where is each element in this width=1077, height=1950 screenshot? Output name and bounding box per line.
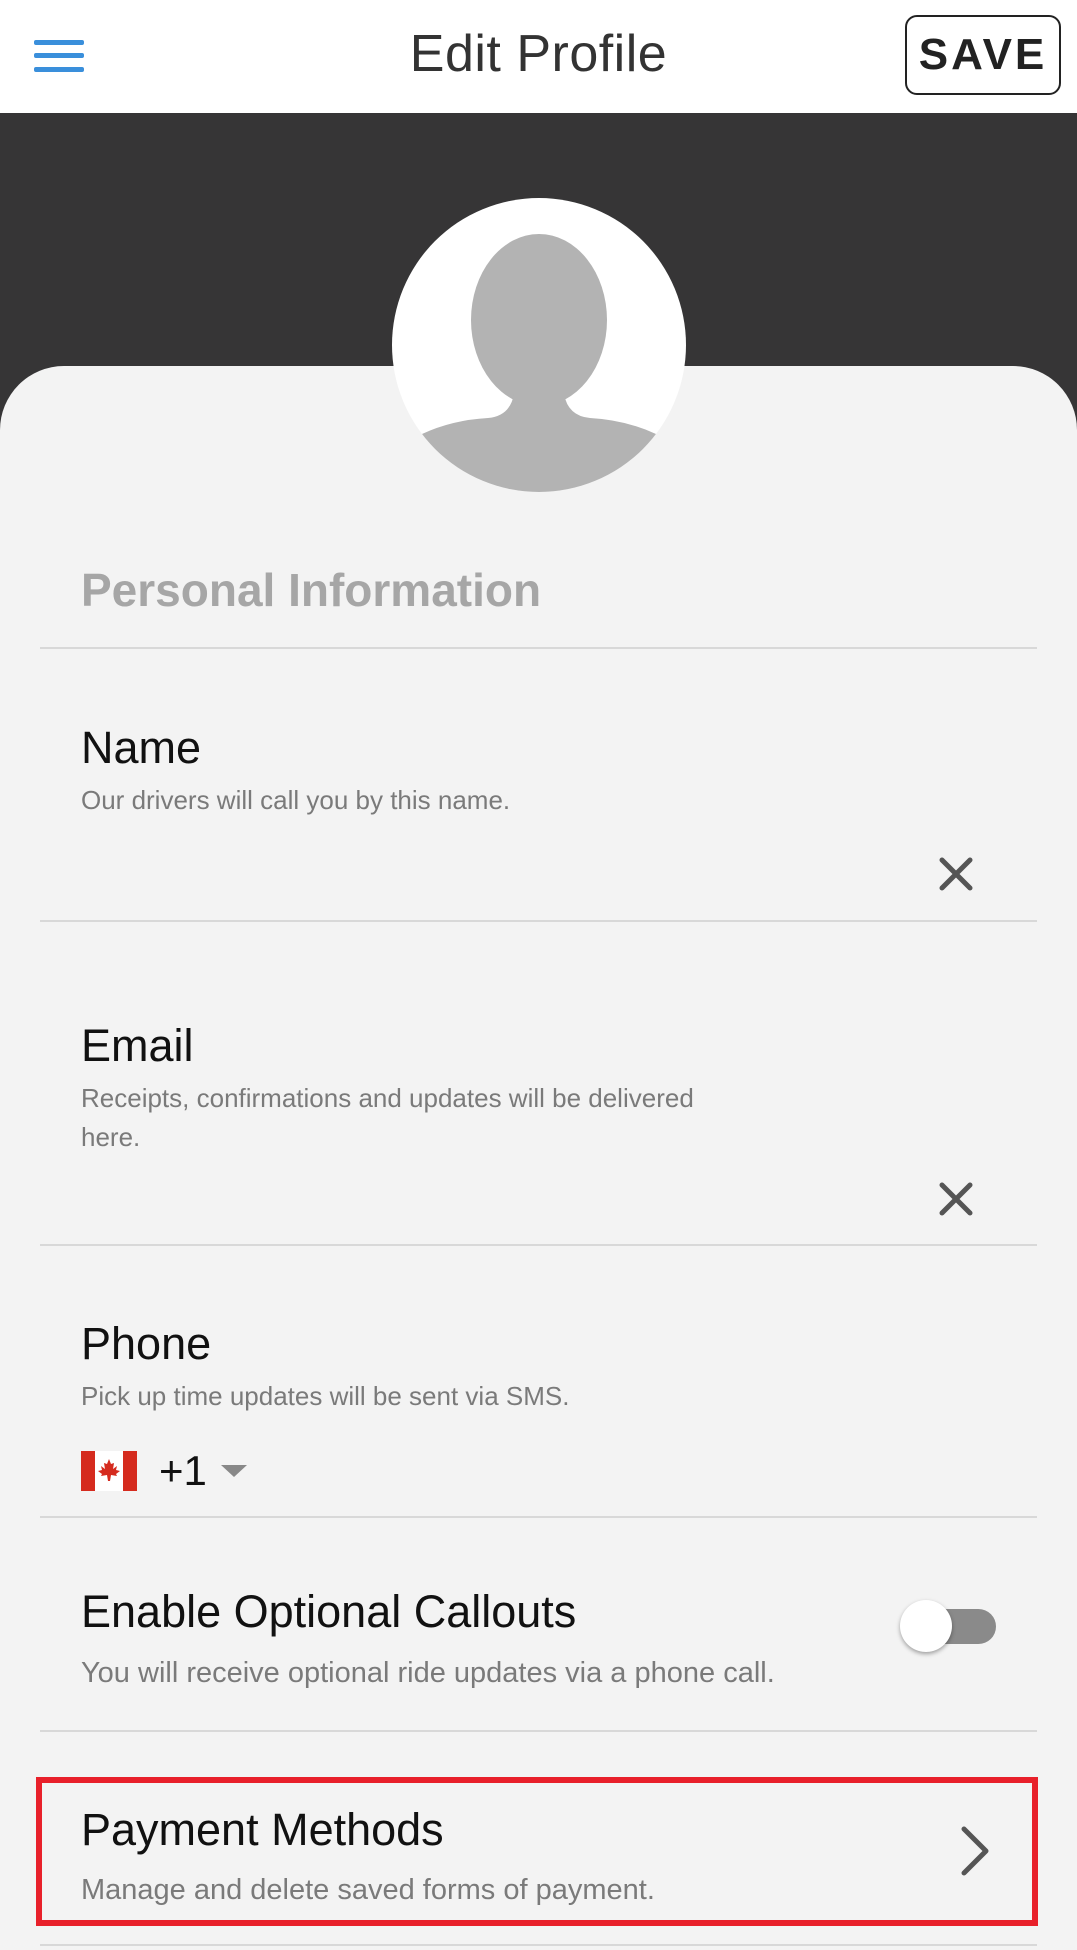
person-silhouette-icon: [422, 234, 656, 492]
clear-email-button[interactable]: [932, 1175, 980, 1223]
phone-label: Phone: [81, 1318, 212, 1369]
divider: [40, 1244, 1037, 1246]
close-icon: [939, 857, 973, 891]
divider: [40, 1516, 1037, 1518]
chevron-right-icon: [961, 1826, 989, 1876]
profile-avatar[interactable]: [392, 198, 686, 492]
chevron-down-icon: [220, 1465, 247, 1477]
canada-flag-icon: [81, 1451, 137, 1491]
payment-methods-hint: Manage and delete saved forms of payment…: [81, 1874, 655, 1906]
email-label: Email: [81, 1020, 194, 1071]
name-label: Name: [81, 722, 202, 773]
divider: [40, 647, 1037, 649]
divider: [40, 920, 1037, 922]
email-field[interactable]: [81, 1170, 921, 1230]
top-app-bar: Edit Profile SAVE: [0, 0, 1077, 113]
callouts-hint: You will receive optional ride updates v…: [81, 1657, 775, 1689]
name-hint: Our drivers will call you by this name.: [81, 785, 511, 815]
callouts-toggle[interactable]: [900, 1600, 1000, 1652]
divider: [40, 1944, 1037, 1946]
email-hint-line-1: Receipts, confirmations and updates will…: [81, 1083, 694, 1113]
clear-name-button[interactable]: [932, 850, 980, 898]
country-code-selector[interactable]: +1: [81, 1447, 247, 1495]
toggle-knob: [900, 1600, 952, 1652]
payment-methods-row[interactable]: Payment Methods Manage and delete saved …: [36, 1777, 1038, 1926]
phone-hint: Pick up time updates will be sent via SM…: [81, 1381, 570, 1411]
save-button[interactable]: SAVE: [905, 15, 1061, 95]
dial-code: +1: [159, 1447, 207, 1494]
divider: [40, 1730, 1037, 1732]
name-field[interactable]: [81, 846, 921, 906]
callouts-label: Enable Optional Callouts: [81, 1586, 577, 1637]
payment-methods-label: Payment Methods: [81, 1804, 444, 1855]
section-title-personal-information: Personal Information: [81, 564, 542, 616]
close-icon: [939, 1182, 973, 1216]
email-hint-line-2: here.: [81, 1122, 141, 1152]
